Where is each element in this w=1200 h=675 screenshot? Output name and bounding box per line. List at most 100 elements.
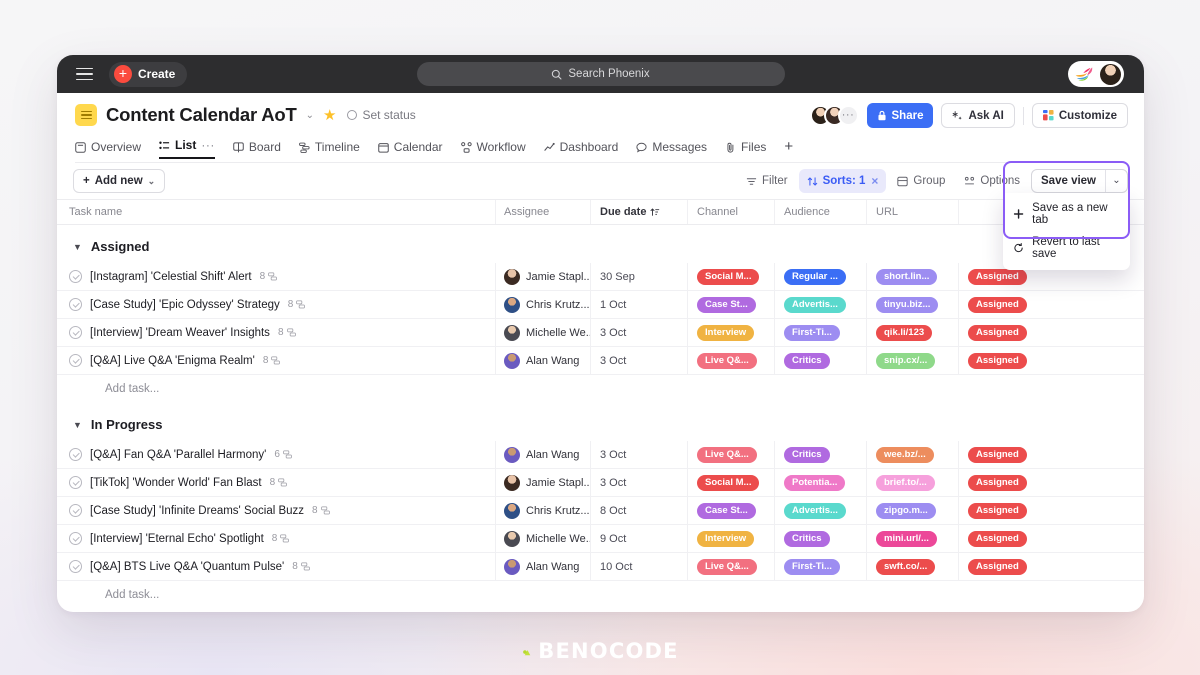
task-cell[interactable]: [Q&A] Live Q&A 'Enigma Realm' 8 [57,354,495,367]
audience-cell[interactable]: Advertis... [774,497,866,524]
complete-task-icon[interactable] [69,448,82,461]
tab-workflow[interactable]: Workflow [460,140,526,159]
assignee-cell[interactable]: Alan Wang [495,553,590,580]
table-row[interactable]: [Q&A] BTS Live Q&A 'Quantum Pulse' 8 Alan … [57,553,1144,581]
more-avatars-button[interactable]: ··· [837,105,859,126]
save-view-caret-icon[interactable]: ⌄ [1105,170,1127,192]
task-cell[interactable]: [Q&A] BTS Live Q&A 'Quantum Pulse' 8 [57,560,495,573]
table-row[interactable]: [TikTok] 'Wonder World' Fan Blast 8 Jamie … [57,469,1144,497]
tab-dashboard[interactable]: Dashboard [543,140,618,159]
assignee-cell[interactable]: Jamie Stapl... [495,263,590,290]
tab-more-icon[interactable]: ··· [201,138,215,152]
status-cell[interactable]: Assigned [958,497,1072,524]
channel-cell[interactable]: Case St... [687,291,774,318]
channel-cell[interactable]: Social M... [687,469,774,496]
star-icon[interactable]: ★ [323,106,336,124]
url-cell[interactable]: brief.to/... [866,469,958,496]
channel-cell[interactable]: Live Q&... [687,441,774,468]
channel-cell[interactable]: Interview [687,525,774,552]
complete-task-icon[interactable] [69,504,82,517]
assignee-cell[interactable]: Michelle We... [495,525,590,552]
channel-cell[interactable]: Interview [687,319,774,346]
group-button[interactable]: Group [889,169,953,193]
status-cell[interactable]: Assigned [958,553,1072,580]
complete-task-icon[interactable] [69,326,82,339]
audience-cell[interactable]: Critics [774,525,866,552]
due-date-cell[interactable]: 1 Oct [590,291,687,318]
assignee-cell[interactable]: Jamie Stapl... [495,469,590,496]
task-cell[interactable]: [Interview] 'Eternal Echo' Spotlight 8 [57,532,495,545]
assignee-cell[interactable]: Chris Krutz... [495,291,590,318]
add-task-button[interactable]: Add task... [57,581,1144,609]
options-button[interactable]: Options [956,169,1028,193]
set-status-button[interactable]: Set status [347,108,416,122]
add-task-button[interactable]: Add task... [57,375,1144,403]
url-cell[interactable]: tinyu.biz... [866,291,958,318]
audience-cell[interactable]: Critics [774,347,866,374]
group-header[interactable]: ▼ In Progress [57,408,1144,441]
table-row[interactable]: [Q&A] Live Q&A 'Enigma Realm' 8 Alan Wang 3… [57,347,1144,375]
column-due-date[interactable]: Due date [590,200,687,224]
url-cell[interactable]: snip.cx/... [866,347,958,374]
hamburger-icon[interactable] [76,67,93,81]
tab-board[interactable]: Board [233,140,281,159]
table-row[interactable]: [Instagram] 'Celestial Shift' Alert 8 Jami… [57,263,1144,291]
add-new-button[interactable]: + Add new ⌄ [73,169,166,193]
status-cell[interactable]: Assigned [958,469,1072,496]
filter-button[interactable]: Filter [738,169,796,193]
tab-overview[interactable]: Overview [75,140,141,159]
audience-cell[interactable]: Critics [774,441,866,468]
audience-cell[interactable]: Potentia... [774,469,866,496]
avatar[interactable] [1100,63,1121,85]
due-date-cell[interactable]: 3 Oct [590,469,687,496]
complete-task-icon[interactable] [69,354,82,367]
status-cell[interactable]: Assigned [958,441,1072,468]
status-cell[interactable]: Assigned [958,525,1072,552]
share-button[interactable]: Share [866,103,934,128]
save-view-button[interactable]: Save view [1032,170,1105,192]
tab-messages[interactable]: Messages [636,140,707,159]
url-cell[interactable]: qik.li/123 [866,319,958,346]
channel-cell[interactable]: Case St... [687,497,774,524]
url-cell[interactable]: zipgo.m... [866,497,958,524]
task-cell[interactable]: [Case Study] 'Infinite Dreams' Social Bu… [57,504,495,517]
assignee-cell[interactable]: Michelle We... [495,319,590,346]
due-date-cell[interactable]: 10 Oct [590,553,687,580]
complete-task-icon[interactable] [69,532,82,545]
table-row[interactable]: [Q&A] Fan Q&A 'Parallel Harmony' 6 Alan Wa… [57,441,1144,469]
tab-list[interactable]: List ··· [159,138,215,159]
ask-ai-button[interactable]: Ask AI [941,103,1015,128]
tab-calendar[interactable]: Calendar [378,140,443,159]
due-date-cell[interactable]: 3 Oct [590,441,687,468]
caret-down-icon[interactable]: ▼ [73,242,82,252]
group-header[interactable]: ▼ Assigned [57,230,1144,263]
caret-down-icon[interactable]: ▼ [73,420,82,430]
due-date-cell[interactable]: 3 Oct [590,347,687,374]
channel-cell[interactable]: Live Q&... [687,553,774,580]
url-cell[interactable]: wee.bz/... [866,441,958,468]
status-cell[interactable]: Assigned [958,347,1072,374]
table-row[interactable]: [Interview] 'Dream Weaver' Insights 8 Mich… [57,319,1144,347]
column-channel[interactable]: Channel [687,200,774,224]
tab-files[interactable]: Files [725,140,766,159]
audience-cell[interactable]: Regular ... [774,263,866,290]
complete-task-icon[interactable] [69,476,82,489]
create-button[interactable]: + Create [109,61,188,87]
complete-task-icon[interactable] [69,270,82,283]
url-cell[interactable]: short.lin... [866,263,958,290]
task-cell[interactable]: [Interview] 'Dream Weaver' Insights 8 [57,326,495,339]
tab-timeline[interactable]: Timeline [298,140,360,159]
table-row[interactable]: [Case Study] 'Infinite Dreams' Social Bu… [57,497,1144,525]
status-cell[interactable]: Assigned [958,291,1072,318]
column-task-name[interactable]: Task name [57,206,495,218]
audience-cell[interactable]: First-Ti... [774,319,866,346]
customize-button[interactable]: Customize [1031,103,1128,128]
due-date-cell[interactable]: 3 Oct [590,319,687,346]
column-url[interactable]: URL [866,200,958,224]
channel-cell[interactable]: Social M... [687,263,774,290]
due-date-cell[interactable]: 30 Sep [590,263,687,290]
due-date-cell[interactable]: 8 Oct [590,497,687,524]
audience-cell[interactable]: Advertis... [774,291,866,318]
chevron-down-icon[interactable]: ⌄ [306,110,314,121]
url-cell[interactable]: mini.url/... [866,525,958,552]
